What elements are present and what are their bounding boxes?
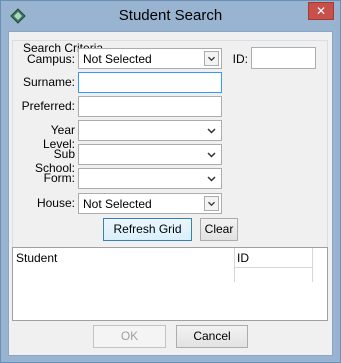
sub-school-select[interactable] (78, 144, 222, 165)
year-level-select[interactable] (78, 120, 222, 141)
column-header-id[interactable]: ID (237, 251, 249, 265)
campus-label: Campus: (17, 52, 75, 66)
surname-label: Surname: (17, 75, 75, 89)
chevron-down-icon (207, 176, 216, 182)
id-label: ID: (228, 52, 248, 66)
campus-value: Not Selected (83, 52, 152, 66)
chevron-down-icon (204, 51, 219, 66)
window-title: Student Search (118, 7, 223, 24)
campus-label-text: Campus: (26, 52, 75, 66)
preferred-label: Preferred: (17, 99, 75, 113)
house-label: House: (17, 196, 75, 210)
dialog-body: Search Criteria Campus: Not Selected ID:… (8, 31, 333, 356)
ok-button[interactable]: OK (93, 325, 166, 348)
grid-header: Student ID (13, 248, 327, 267)
house-label-text: House: (36, 196, 75, 210)
column-divider (312, 248, 313, 282)
student-search-window: Student Search ✕ Search Criteria Campus:… (0, 0, 341, 363)
form-label-text: Form: (43, 171, 75, 185)
close-button[interactable]: ✕ (308, 2, 334, 20)
chevron-down-icon (204, 196, 219, 211)
refresh-grid-button[interactable]: Refresh Grid (103, 218, 192, 241)
search-criteria-group: Search Criteria Campus: Not Selected ID:… (12, 40, 328, 271)
title-bar[interactable]: Student Search ✕ (1, 1, 340, 31)
id-input[interactable] (251, 47, 316, 69)
close-icon: ✕ (315, 4, 327, 18)
preferred-label-text: Preferred: (21, 99, 75, 113)
row-divider (234, 267, 313, 268)
chevron-down-icon (207, 128, 216, 134)
column-divider (234, 248, 235, 282)
campus-select[interactable]: Not Selected (78, 48, 222, 69)
house-value: Not Selected (83, 197, 152, 211)
cancel-button[interactable]: Cancel (176, 325, 248, 348)
column-header-student[interactable]: Student (16, 251, 57, 265)
surname-label-text: Surname: (22, 75, 75, 89)
chevron-down-icon (207, 152, 216, 158)
id-label-text: ID: (232, 52, 248, 66)
results-grid[interactable]: Student ID (12, 247, 328, 321)
form-label: Form: (17, 171, 75, 185)
clear-button[interactable]: Clear (200, 218, 238, 241)
house-select[interactable]: Not Selected (78, 193, 222, 214)
surname-input[interactable] (78, 72, 222, 93)
form-select[interactable] (78, 168, 222, 189)
preferred-input[interactable] (78, 96, 222, 117)
